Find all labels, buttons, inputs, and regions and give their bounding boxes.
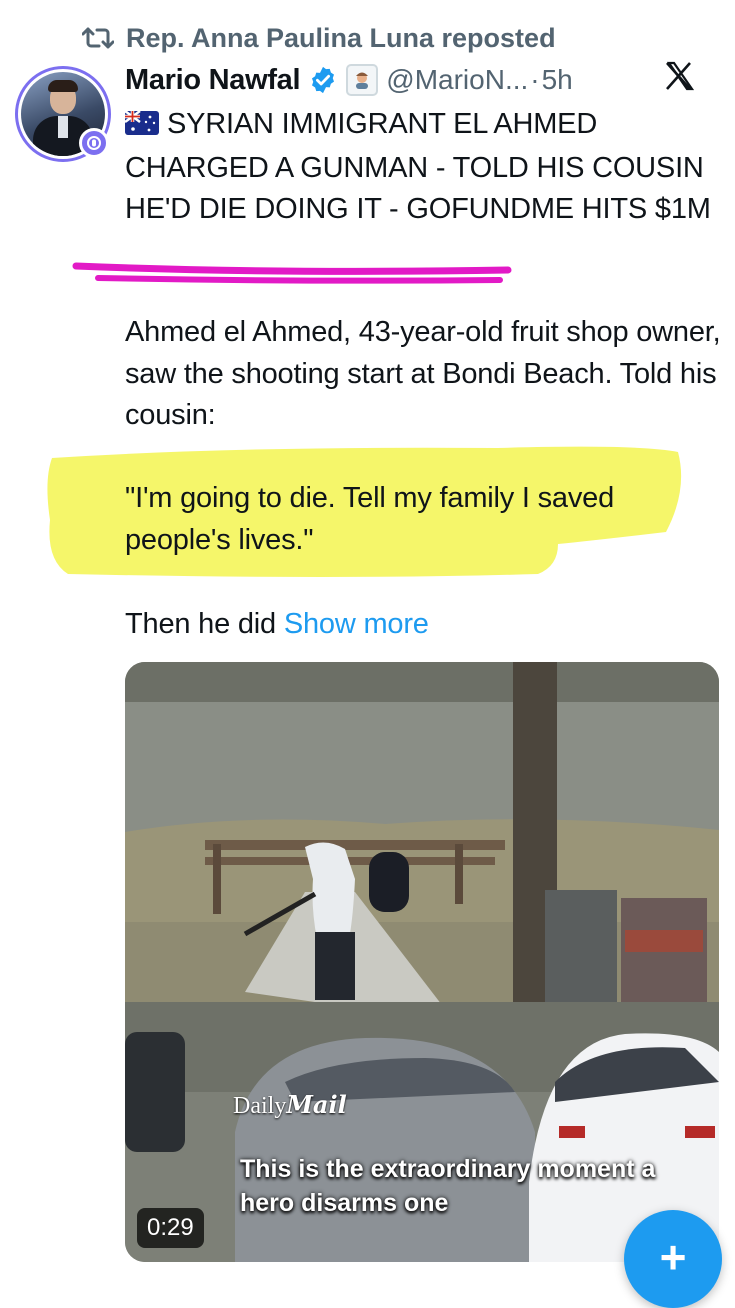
paragraph-3-text: Then he did: [125, 608, 276, 640]
spaces-live-icon: [79, 128, 109, 158]
headline-text: SYRIAN IMMIGRANT EL AHMED CHARGED A GUNM…: [125, 108, 711, 225]
separator-dot: ·: [530, 64, 540, 95]
repost-label: Rep. Anna Paulina Luna reposted: [126, 22, 556, 53]
daily-mail-watermark: DailyMail: [233, 1090, 347, 1119]
video-duration: 0:29: [137, 1208, 204, 1248]
post-paragraph-3: Then he did Show more: [125, 604, 725, 646]
video-player[interactable]: DailyMail This is the extraordinary mome…: [125, 662, 719, 1262]
verified-badge-icon: [308, 65, 338, 95]
repost-icon: [82, 27, 114, 49]
post-headline: SYRIAN IMMIGRANT EL AHMED CHARGED A GUNM…: [124, 104, 725, 231]
author-handle[interactable]: @MarioN...: [386, 64, 528, 96]
post-paragraph-1: Ahmed el Ahmed, 43-year-old fruit shop o…: [125, 316, 721, 431]
post-text[interactable]: SYRIAN IMMIGRANT EL AHMED CHARGED A GUNM…: [124, 104, 725, 231]
post-quote: "I'm going to die. Tell my family I save…: [125, 482, 615, 556]
x-logo-icon[interactable]: [659, 56, 699, 96]
australia-flag-icon: [124, 106, 159, 148]
author-name[interactable]: Mario Nawfal: [125, 64, 301, 97]
repost-context[interactable]: Rep. Anna Paulina Luna reposted: [82, 20, 556, 56]
compose-button[interactable]: +: [624, 1210, 722, 1308]
post-header: Mario Nawfal @MarioN... · 5h: [125, 58, 715, 102]
video-caption: This is the extraordinary moment a hero …: [240, 1155, 656, 1217]
post-time[interactable]: 5h: [542, 64, 573, 96]
plus-icon: +: [659, 1231, 687, 1283]
show-more-link[interactable]: Show more: [284, 608, 429, 640]
magenta-underline-mark: [72, 262, 512, 284]
affiliate-badge-icon[interactable]: [346, 64, 379, 96]
